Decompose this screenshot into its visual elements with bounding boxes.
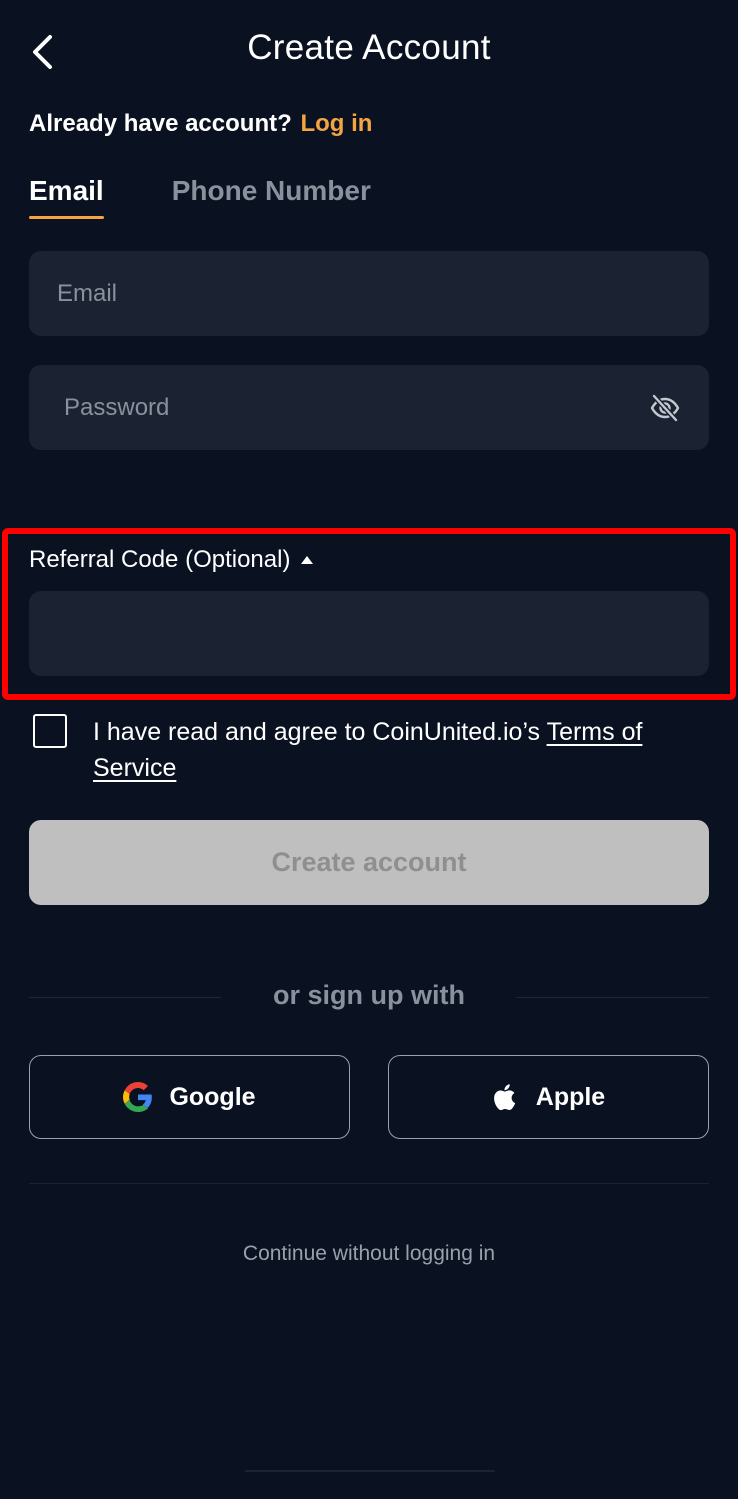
referral-field-container (29, 591, 709, 676)
password-field-container (29, 365, 709, 450)
signup-method-tabs: Email Phone Number (29, 175, 371, 219)
create-account-screen: Create Account Already have account? Log… (0, 0, 738, 1499)
referral-code-label: Referral Code (Optional) (29, 546, 291, 573)
terms-prefix: I have read and agree to CoinUnited.io’s (93, 718, 547, 746)
page-title: Create Account (247, 28, 491, 67)
email-input[interactable] (29, 251, 709, 336)
google-icon (123, 1082, 153, 1112)
google-label: Google (169, 1082, 256, 1111)
google-signup-button[interactable]: Google (29, 1055, 350, 1139)
eye-slash-icon[interactable] (649, 392, 681, 424)
apple-label: Apple (535, 1082, 606, 1111)
home-indicator (245, 1470, 495, 1472)
continue-without-login-link[interactable]: Continue without logging in (0, 1242, 738, 1266)
tab-email[interactable]: Email (29, 175, 104, 219)
apple-icon (493, 1084, 515, 1111)
referral-code-toggle[interactable]: Referral Code (Optional) (29, 546, 314, 574)
apple-signup-button[interactable]: Apple (388, 1055, 709, 1139)
login-prompt-text: Already have account? (29, 110, 292, 137)
login-link[interactable]: Log in (300, 110, 372, 137)
terms-text: I have read and agree to CoinUnited.io’s… (93, 714, 693, 786)
divider-right (516, 997, 709, 998)
email-field-container (29, 251, 709, 336)
terms-checkbox[interactable] (33, 714, 67, 748)
referral-code-input[interactable] (29, 591, 709, 676)
caret-up-icon (301, 556, 314, 564)
create-account-button[interactable]: Create account (29, 820, 709, 905)
tab-phone-number[interactable]: Phone Number (172, 175, 371, 219)
footer-divider (29, 1183, 709, 1184)
login-prompt: Already have account? Log in (29, 110, 372, 138)
or-sign-up-with-text: or sign up with (273, 980, 465, 1010)
password-input[interactable] (29, 365, 709, 450)
